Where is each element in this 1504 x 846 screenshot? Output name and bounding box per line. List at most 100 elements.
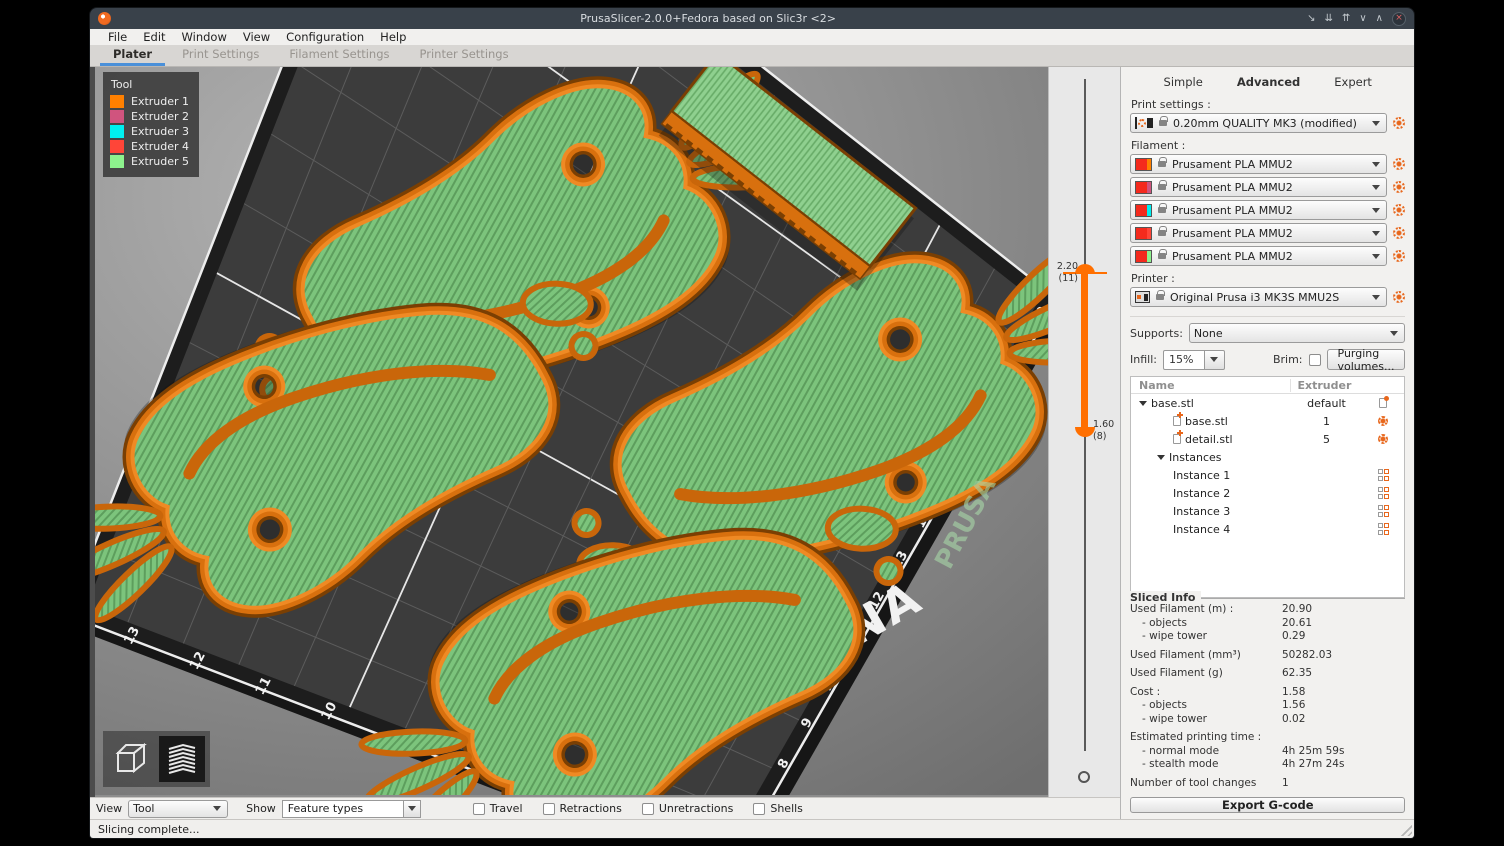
filament-3-select[interactable]: Prusament PLA MMU2 [1130,200,1387,220]
menu-edit[interactable]: Edit [135,29,173,45]
instance-printable-icon[interactable] [1378,523,1390,535]
menu-window[interactable]: Window [174,29,235,45]
part-settings-gear-icon[interactable] [1378,434,1388,444]
retractions-checkbox-group: Retractions [543,802,622,815]
shells-checkbox[interactable] [753,803,765,815]
chevron-down-icon[interactable] [404,800,421,818]
preview-toolbar: View Tool Show Feature types Travel Retr… [90,797,1120,819]
layers-icon [163,740,201,778]
instance-printable-icon[interactable] [1378,469,1390,481]
window-corner-icon[interactable]: ↘ [1307,14,1315,24]
printer-select[interactable]: Original Prusa i3 MK3S MMU2S [1130,287,1387,307]
infill-select[interactable]: 15% [1163,350,1225,370]
resize-grip[interactable] [1398,822,1412,836]
sliced-info-row: Cost :1.58 [1130,686,1405,700]
chevron-down-icon [213,806,221,811]
export-gcode-button[interactable]: Export G-code [1130,797,1405,813]
sliced-info-row: Used Filament (g)62.35 [1130,667,1405,681]
unretractions-checkbox[interactable] [642,803,654,815]
window-maximize-icon[interactable]: ∧ [1376,14,1383,24]
mode-advanced[interactable]: Advanced [1237,75,1300,89]
view-label: View [96,802,122,815]
object-row-base[interactable]: base.stl default [1131,394,1404,412]
mode-expert[interactable]: Expert [1334,75,1372,89]
layer-slider-lock-icon[interactable] [1078,771,1090,783]
menu-file[interactable]: File [100,29,135,45]
instances-group-row[interactable]: Instances [1131,448,1404,466]
print-settings-select[interactable]: 0.20mm QUALITY MK3 (modified) [1130,113,1387,133]
instance-row[interactable]: Instance 1 [1131,466,1404,484]
purging-volumes-button[interactable]: Purging volumes... [1327,349,1406,370]
window-close-icon[interactable]: × [1392,12,1406,26]
supports-select[interactable]: None [1189,323,1406,343]
mode-simple[interactable]: Simple [1164,75,1203,89]
layer-slider-upper-handle[interactable] [1075,264,1095,274]
main-tabs: Plater Print Settings Filament Settings … [90,45,1414,67]
instance-row[interactable]: Instance 2 [1131,484,1404,502]
editor-view-button[interactable] [108,736,154,782]
instance-printable-icon[interactable] [1378,487,1390,499]
unretractions-checkbox-group: Unretractions [642,802,734,815]
menu-view[interactable]: View [235,29,278,45]
show-label: Show [246,802,276,815]
instance-row[interactable]: Instance 3 [1131,502,1404,520]
legend-item: Extruder 3 [110,125,189,138]
3d-viewport[interactable]: 131211109876678910111213141516171819 GIN… [90,67,1048,797]
layer-slider-range[interactable] [1081,273,1088,427]
filament-3-gear-icon[interactable] [1393,204,1405,216]
layer-slider-lower-handle[interactable] [1075,427,1095,437]
sliced-info-row: - stealth mode4h 27m 24s [1130,758,1405,772]
filament-2-select[interactable]: Prusament PLA MMU2 [1130,177,1387,197]
lock-icon [1158,253,1166,259]
travel-checkbox[interactable] [473,803,485,815]
collapse-caret-icon[interactable] [1139,401,1147,406]
sidebar: Simple Advanced Expert Print settings : … [1120,67,1414,819]
sliced-info-row: Used Filament (m) :20.90 [1130,603,1405,617]
part-settings-gear-icon[interactable] [1378,416,1388,426]
part-row-detail[interactable]: detail.stl 5 [1131,430,1404,448]
tab-printer-settings[interactable]: Printer Settings [407,44,522,66]
filament-label: Filament : [1131,139,1405,152]
filament-2-gear-icon[interactable] [1393,181,1405,193]
window-minimize-icon[interactable]: ∨ [1359,14,1366,24]
filament-5-select[interactable]: Prusament PLA MMU2 [1130,246,1387,266]
filament-1-gear-icon[interactable] [1393,158,1405,170]
lock-icon [1158,207,1166,213]
chevron-down-icon[interactable] [1205,350,1225,370]
sliced-info-row: Number of tool changes1 [1130,777,1405,791]
part-row-base[interactable]: base.stl 1 [1131,412,1404,430]
layer-slider-lower-label: 1.60(8) [1093,419,1114,443]
printer-gear-icon[interactable] [1393,291,1405,303]
chevron-down-icon [1372,162,1380,167]
menu-configuration[interactable]: Configuration [278,29,372,45]
tab-filament-settings[interactable]: Filament Settings [276,44,402,66]
tab-plater[interactable]: Plater [100,44,165,66]
title-bar[interactable]: PrusaSlicer-2.0.0+Fedora based on Slic3r… [90,8,1414,29]
menu-help[interactable]: Help [372,29,414,45]
legend-item: Extruder 2 [110,110,189,123]
preview-view-button[interactable] [159,736,205,782]
app-icon [98,12,111,25]
print-settings-gear-icon[interactable] [1393,117,1405,129]
filament-4-select[interactable]: Prusament PLA MMU2 [1130,223,1387,243]
window-shade-down-icon[interactable]: ⇊ [1325,14,1333,24]
collapse-caret-icon[interactable] [1157,455,1165,460]
filament-1-select[interactable]: Prusament PLA MMU2 [1130,154,1387,174]
tool-legend-title: Tool [111,78,189,91]
tab-print-settings[interactable]: Print Settings [169,44,272,66]
add-part-icon [1173,434,1181,444]
chevron-down-icon [1372,254,1380,259]
instance-row[interactable]: Instance 4 [1131,520,1404,538]
printer-icon [1135,291,1150,303]
supports-label: Supports: [1130,327,1183,340]
window-shade-up-icon[interactable]: ⇈ [1342,14,1350,24]
view-select[interactable]: Tool [128,800,228,818]
layer-slider-panel: 2.20(11) 1.60(8) [1048,67,1120,797]
brim-checkbox[interactable] [1309,354,1321,366]
filament-5-gear-icon[interactable] [1393,250,1405,262]
show-select[interactable]: Feature types [282,800,421,818]
filament-4-gear-icon[interactable] [1393,227,1405,239]
retractions-checkbox[interactable] [543,803,555,815]
object-settings-icon[interactable] [1379,398,1387,408]
instance-printable-icon[interactable] [1378,505,1390,517]
